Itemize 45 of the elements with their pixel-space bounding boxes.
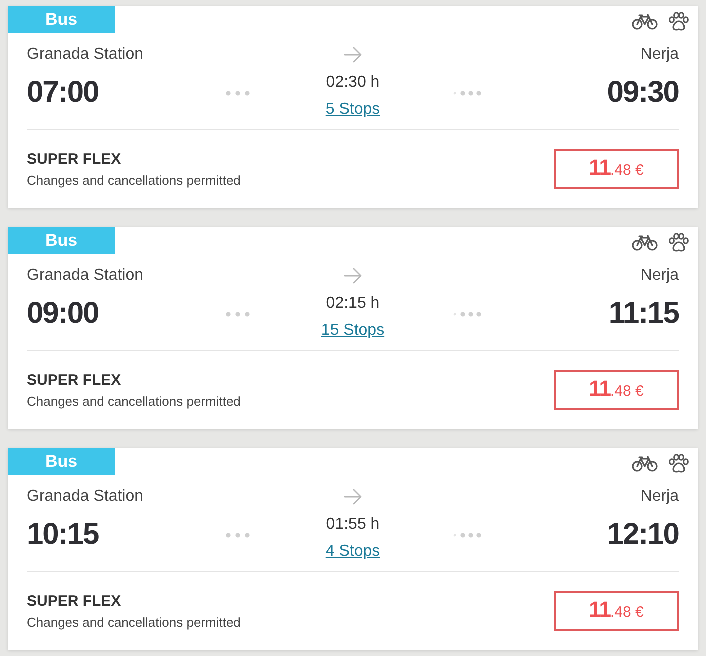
price-button[interactable]: 11.48 €	[554, 591, 679, 631]
dots-icon	[453, 312, 483, 317]
right-arrow-icon	[344, 268, 362, 284]
dots-icon	[453, 91, 483, 96]
destination-station: Nerja	[640, 487, 679, 507]
transport-mode-tag: Bus	[8, 448, 115, 475]
origin-station: Granada Station	[27, 487, 144, 507]
dots-icon	[226, 533, 250, 538]
fare-name: SUPER FLEX	[27, 370, 122, 390]
transport-mode-tag: Bus	[8, 227, 115, 254]
paw-icon	[668, 12, 690, 32]
transport-mode-tag: Bus	[8, 6, 115, 33]
right-arrow-icon	[344, 489, 362, 505]
fare-description: Changes and cancellations permitted	[27, 614, 241, 630]
departure-time: 07:00	[27, 75, 99, 111]
destination-station: Nerja	[640, 45, 679, 65]
trip-duration: 01:55 h	[326, 515, 380, 535]
departure-time: 10:15	[27, 517, 99, 553]
departure-time: 09:00	[27, 296, 99, 332]
bicycle-icon	[632, 456, 658, 472]
fare-description: Changes and cancellations permitted	[27, 394, 241, 410]
bicycle-icon	[632, 14, 658, 30]
stops-link[interactable]: 4 Stops	[326, 542, 380, 562]
fare-description: Changes and cancellations permitted	[27, 172, 241, 188]
origin-station: Granada Station	[27, 45, 144, 65]
trip-duration: 02:30 h	[326, 73, 380, 93]
price-button[interactable]: 11.48 €	[554, 149, 679, 189]
dots-icon	[226, 91, 250, 96]
dots-icon	[226, 312, 250, 317]
stops-link[interactable]: 5 Stops	[326, 100, 380, 120]
arrival-time: 11:15	[608, 296, 679, 332]
price-button[interactable]: 11.48 €	[554, 370, 679, 410]
arrival-time: 09:30	[607, 75, 679, 111]
destination-station: Nerja	[640, 266, 679, 286]
bicycle-icon	[632, 235, 658, 251]
origin-station: Granada Station	[27, 266, 144, 286]
stops-link[interactable]: 15 Stops	[321, 321, 385, 341]
dots-icon	[453, 533, 483, 538]
arrival-time: 12:10	[607, 517, 679, 553]
fare-name: SUPER FLEX	[27, 592, 122, 612]
paw-icon	[668, 454, 690, 474]
trip-duration: 02:15 h	[326, 294, 380, 314]
fare-name: SUPER FLEX	[27, 150, 122, 170]
paw-icon	[668, 233, 690, 253]
right-arrow-icon	[344, 47, 362, 63]
